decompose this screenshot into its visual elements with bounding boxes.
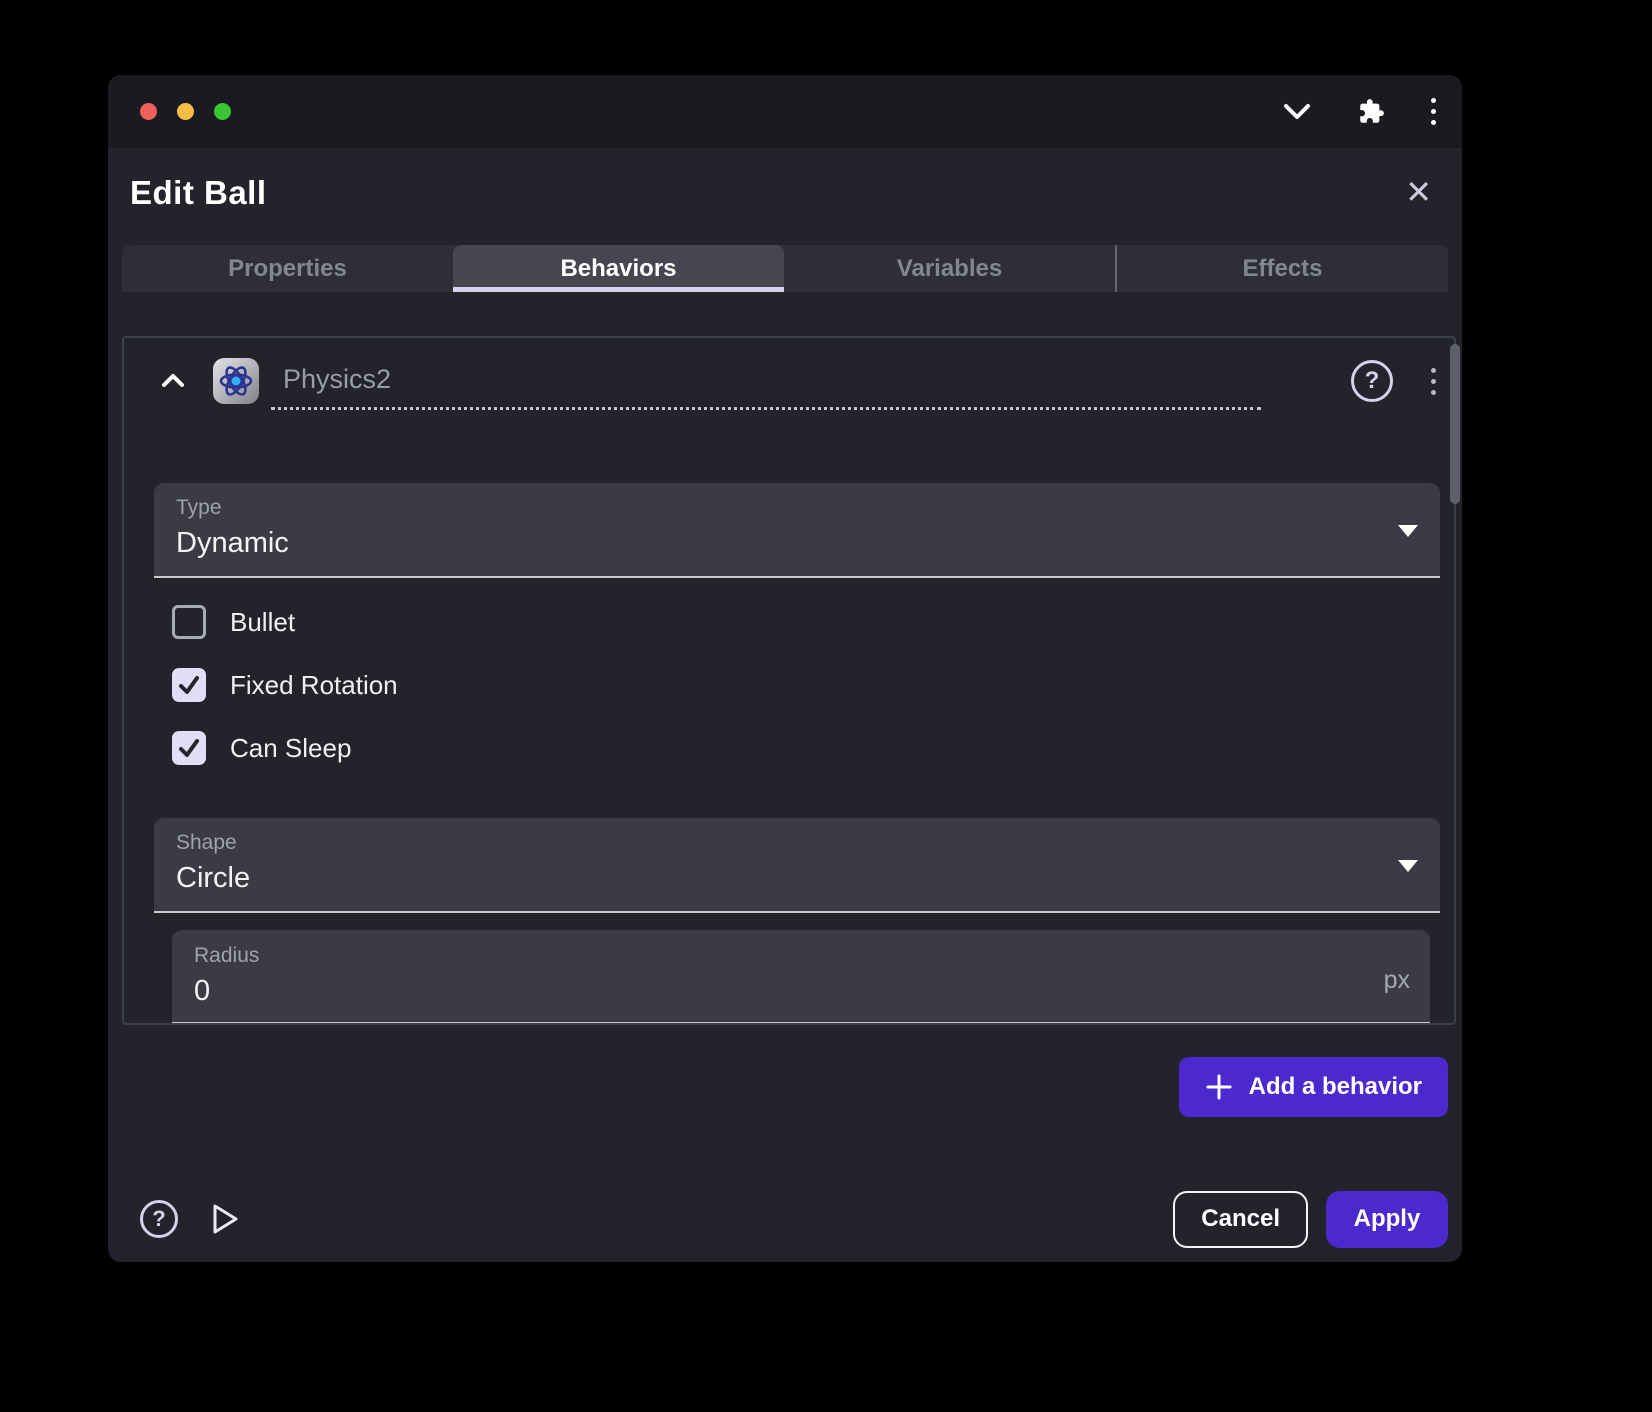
can-sleep-checkbox-row[interactable]: Can Sleep [172,731,1440,765]
extensions-puzzle-icon[interactable] [1358,98,1385,125]
dialog-header: Edit Ball ✕ [108,148,1462,212]
type-select-value: Dynamic [176,527,1420,560]
dialog-title: Edit Ball [130,174,267,212]
add-behavior-row: Add a behavior [108,1057,1448,1117]
window-titlebar [108,75,1462,148]
tab-effects[interactable]: Effects [1117,245,1448,292]
dropdown-arrow-icon [1398,525,1418,537]
zoom-window-button[interactable] [214,103,231,120]
edit-object-dialog-window: Edit Ball ✕ Properties Behaviors Variabl… [108,75,1462,1262]
tab-bar: Properties Behaviors Variables Effects [122,245,1448,292]
tab-behaviors-label: Behaviors [560,255,676,283]
fixed-rotation-checkbox-label: Fixed Rotation [230,670,398,701]
type-select[interactable]: Type Dynamic [154,483,1440,578]
tab-properties-label: Properties [228,255,347,283]
can-sleep-checkbox[interactable] [172,731,206,765]
can-sleep-checkbox-label: Can Sleep [230,733,351,764]
fixed-rotation-checkbox[interactable] [172,668,206,702]
bottom-left-icons: ? [140,1200,242,1238]
behavior-header: Physics2 ? [154,352,1440,410]
behavior-name-field[interactable]: Physics2 [271,358,1261,410]
titlebar-icons [1282,98,1436,125]
radius-input-value: 0 [194,975,1410,1008]
shape-select-value: Circle [176,862,1420,895]
chevron-down-icon[interactable] [1282,102,1312,122]
plus-icon [1205,1073,1233,1101]
radius-unit-label: px [1384,966,1410,995]
radius-input[interactable]: Radius 0 px [172,930,1430,1024]
behaviors-panel: Physics2 ? Type Dynamic Bullet Fixed Rot… [122,336,1456,1025]
bottom-action-bar: ? Cancel Apply [122,1190,1448,1248]
traffic-lights [140,103,231,120]
close-dialog-icon[interactable]: ✕ [1405,174,1432,208]
behavior-help-icon[interactable]: ? [1351,360,1393,402]
tab-properties[interactable]: Properties [122,245,453,292]
minimize-window-button[interactable] [177,103,194,120]
bullet-checkbox-row[interactable]: Bullet [172,605,1440,639]
play-preview-icon[interactable] [208,1201,242,1237]
collapse-chevron-up-icon[interactable] [160,368,186,394]
help-icon[interactable]: ? [140,1200,178,1238]
tab-variables-label: Variables [897,255,1002,283]
type-select-label: Type [176,496,1420,520]
tab-effects-label: Effects [1242,255,1322,283]
add-behavior-label: Add a behavior [1249,1073,1422,1101]
cancel-button[interactable]: Cancel [1173,1191,1308,1248]
tab-variables[interactable]: Variables [784,245,1115,292]
dropdown-arrow-icon [1398,860,1418,872]
scrollbar-thumb[interactable] [1450,344,1460,504]
bullet-checkbox[interactable] [172,605,206,639]
fixed-rotation-checkbox-row[interactable]: Fixed Rotation [172,668,1440,702]
shape-select-label: Shape [176,831,1420,855]
browser-menu-kebab-icon[interactable] [1431,98,1436,125]
behavior-name: Physics2 [283,364,391,394]
bullet-checkbox-label: Bullet [230,607,295,638]
close-window-button[interactable] [140,103,157,120]
behavior-menu-kebab-icon[interactable] [1431,368,1436,395]
physics-atom-icon [213,358,259,404]
radius-input-label: Radius [194,944,1410,968]
tab-behaviors[interactable]: Behaviors [453,245,784,292]
shape-select[interactable]: Shape Circle [154,818,1440,913]
add-behavior-button[interactable]: Add a behavior [1179,1057,1448,1117]
apply-button[interactable]: Apply [1326,1191,1448,1248]
bottom-right-buttons: Cancel Apply [1173,1191,1448,1248]
